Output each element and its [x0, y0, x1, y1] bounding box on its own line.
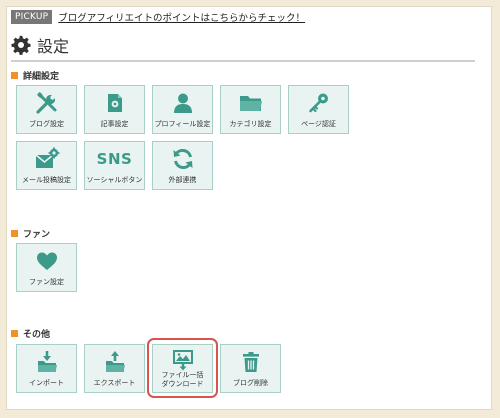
tile-export[interactable]: エクスポート	[84, 344, 145, 393]
section-marker	[11, 72, 18, 79]
tile-label: 記事設定	[100, 120, 129, 128]
section-heading-fan: ファン	[11, 227, 50, 240]
sync-icon	[153, 147, 212, 171]
highlight-frame	[147, 338, 218, 398]
tile-blog-delete[interactable]: ブログ削除	[220, 344, 281, 393]
heart-icon	[17, 249, 76, 273]
pickup-badge: PICKUP	[11, 10, 53, 24]
section-heading-label: 詳細設定	[23, 72, 60, 82]
page-header: 設定	[11, 30, 475, 62]
tile-social-buttons[interactable]: SNS ソーシャルボタン	[84, 141, 145, 190]
tile-label: ページ認証	[301, 120, 336, 128]
tile-label: エクスポート	[93, 379, 136, 387]
pickup-link[interactable]: ブログアフィリエイトのポイントはこちらからチェック！	[58, 10, 305, 24]
person-icon	[153, 91, 212, 115]
tile-label: ブログ設定	[29, 120, 64, 128]
sns-icon-text: SNS	[96, 150, 133, 168]
section-heading-detail: 詳細設定	[11, 69, 59, 82]
section-marker	[11, 230, 18, 237]
tile-label: プロフィール設定	[154, 120, 211, 128]
page-title: 設定	[37, 37, 70, 56]
tile-import[interactable]: インポート	[16, 344, 77, 393]
tile-label: ファン設定	[29, 278, 64, 286]
tile-article-settings[interactable]: 記事設定	[84, 85, 145, 134]
folder-icon	[221, 91, 280, 115]
mail-gear-icon	[17, 147, 76, 171]
tile-external-link[interactable]: 外部連携	[152, 141, 213, 190]
section-heading-other: その他	[11, 327, 50, 340]
import-icon	[17, 350, 76, 374]
document-icon	[85, 91, 144, 115]
tile-category-settings[interactable]: カテゴリ設定	[220, 85, 281, 134]
key-icon	[289, 91, 348, 115]
tile-profile-settings[interactable]: プロフィール設定	[152, 85, 213, 134]
section-marker	[11, 330, 18, 337]
tile-label: ブログ削除	[233, 379, 268, 387]
tile-label: メール投稿設定	[22, 176, 71, 184]
tools-icon	[17, 91, 76, 115]
export-icon	[85, 350, 144, 374]
tile-blog-settings[interactable]: ブログ設定	[16, 85, 77, 134]
tile-label: 外部連携	[168, 176, 197, 184]
trash-icon	[221, 350, 280, 374]
pickup-bar: PICKUP ブログアフィリエイトのポイントはこちらからチェック！	[11, 9, 305, 25]
section-heading-label: ファン	[23, 230, 51, 240]
gear-icon	[11, 35, 31, 55]
tile-page-auth[interactable]: ページ認証	[288, 85, 349, 134]
sns-icon: SNS	[85, 147, 144, 171]
tile-label: インポート	[29, 379, 64, 387]
tile-label: カテゴリ設定	[229, 120, 272, 128]
tile-mail-post-settings[interactable]: メール投稿設定	[16, 141, 77, 190]
section-heading-label: その他	[23, 330, 51, 340]
tile-label: ソーシャルボタン	[86, 176, 143, 184]
tile-fan-settings[interactable]: ファン設定	[16, 243, 77, 292]
